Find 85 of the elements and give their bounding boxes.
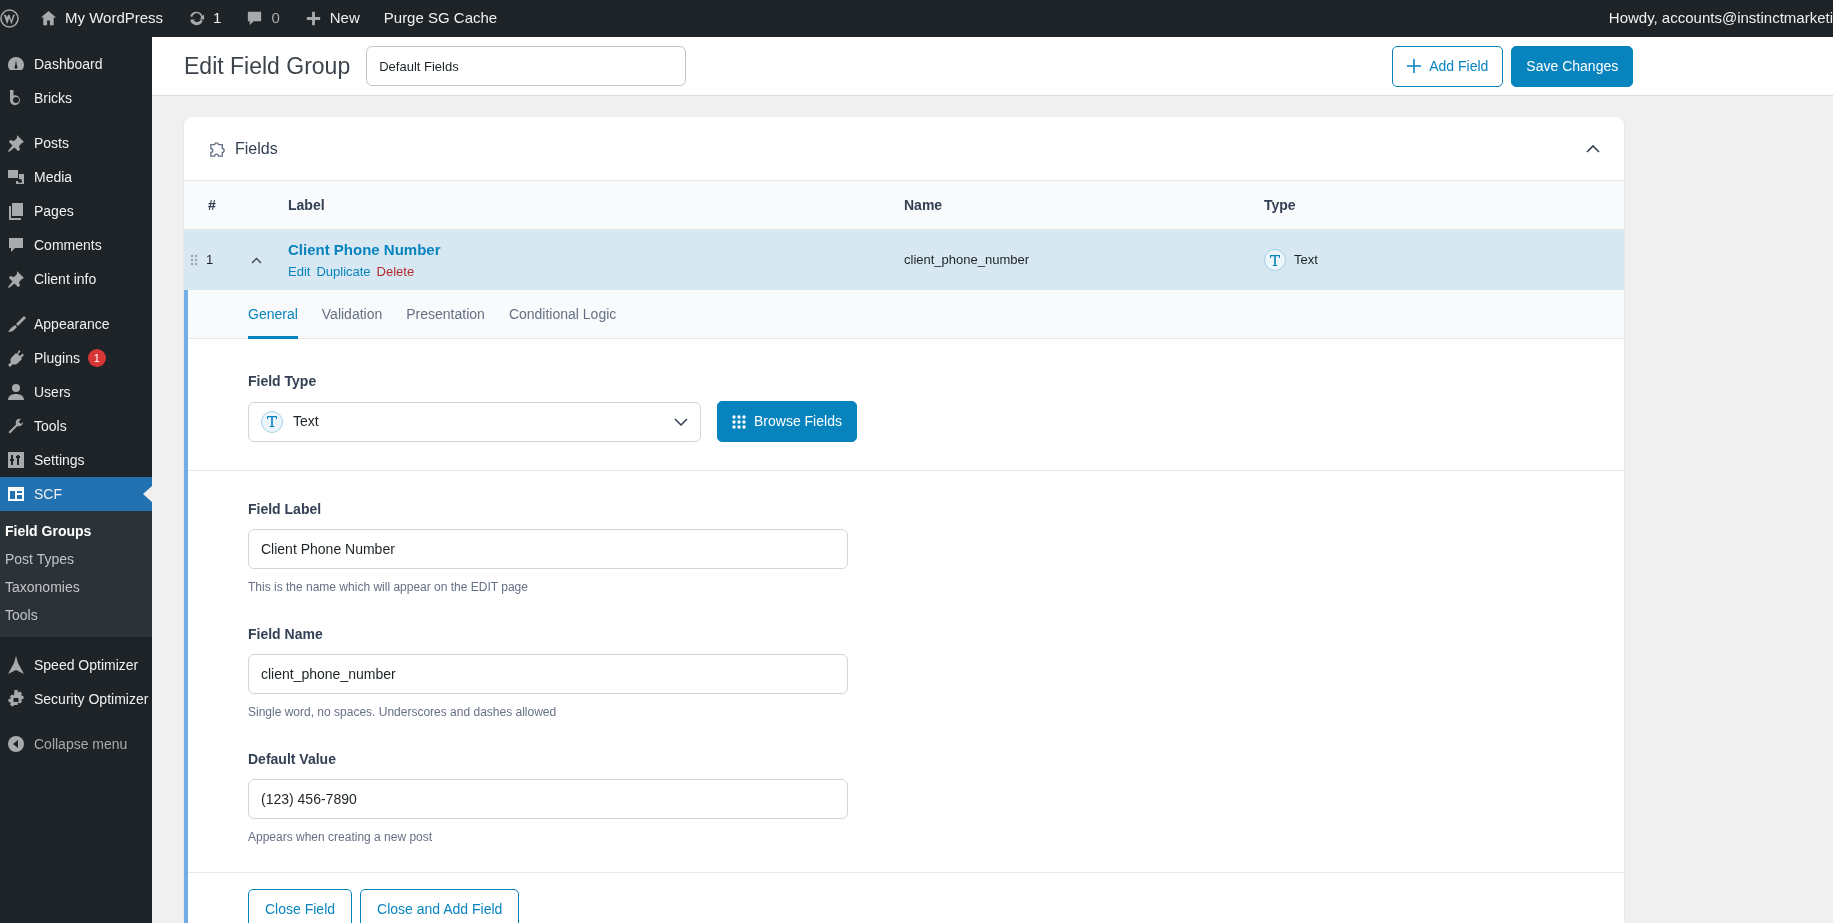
dropdown-caret-icon — [674, 417, 688, 426]
plug-icon — [6, 348, 26, 368]
setting-label: Field Type — [248, 372, 318, 391]
settings-tab[interactable]: Validation — [321, 290, 383, 339]
setting-label: Field Name — [248, 625, 324, 644]
plus-icon — [1407, 59, 1422, 73]
column-header: Type — [1264, 196, 1296, 213]
sidebar-item[interactable]: Appearance — [0, 307, 152, 341]
settings-tab[interactable]: Presentation — [406, 290, 485, 339]
refresh-icon — [187, 9, 207, 28]
sidebar-item[interactable]: Users — [0, 375, 152, 409]
admin-bar-item[interactable]: New — [291, 0, 372, 37]
sidebar-item[interactable]: Client info — [0, 262, 152, 296]
rocket-icon — [6, 655, 26, 675]
row-number: 1 — [206, 251, 214, 270]
setting-label: Field Label — [248, 500, 323, 519]
sidebar-item[interactable]: Comments — [0, 228, 152, 262]
paintbrush-icon — [6, 314, 26, 334]
grid-dots-icon — [732, 414, 746, 429]
help-text: This is the name which will appear on the EDIT page — [248, 579, 529, 596]
gear-lock-icon — [6, 689, 26, 709]
text-input-field[interactable]: (123) 456-7890 — [248, 779, 848, 819]
sidebar-item[interactable]: Media — [0, 160, 152, 194]
chevron-icon[interactable] — [251, 256, 263, 264]
text-input-field[interactable]: client_phone_number — [248, 654, 848, 694]
page-title: Edit Field Group — [184, 51, 351, 81]
admin-bar-item[interactable]: 1 — [175, 0, 234, 37]
sliders-icon — [6, 450, 26, 470]
letter-t-icon — [1270, 254, 1280, 266]
setting-label: Default Value — [248, 750, 337, 769]
submenu-item[interactable]: Field Groups — [0, 517, 152, 545]
field-type-select[interactable]: Text — [248, 401, 701, 442]
sidebar-item[interactable]: SCF — [0, 477, 152, 511]
submenu-item[interactable]: Taxonomies — [0, 573, 152, 601]
column-header: Label — [288, 196, 325, 213]
sidebar-item[interactable]: Speed Optimizer — [0, 648, 152, 682]
sidebar-item[interactable]: Security Optimizer — [0, 682, 152, 716]
admin-bar-item[interactable]: 0 — [233, 0, 292, 37]
help-text: Single word, no spaces. Underscores and dashes allowed — [248, 704, 558, 721]
help-text: Appears when creating a new post — [248, 829, 434, 846]
submenu-item[interactable]: Tools — [0, 601, 152, 629]
speech-bubble-icon — [6, 235, 26, 255]
field-row[interactable]: 1 Client Phone Number Edit Duplicate Delete client_phone_number Text — [184, 230, 1624, 290]
media-icon — [6, 167, 26, 187]
pushpin-icon — [6, 269, 26, 289]
text-input-field[interactable]: Client Phone Number — [248, 529, 848, 569]
sidebar-item[interactable]: Dashboard — [0, 47, 152, 81]
column-header: Name — [904, 196, 943, 213]
sidebar-item[interactable]: Tools — [0, 409, 152, 443]
add-field-button[interactable]: Add Field — [1392, 45, 1504, 87]
sidebar-item[interactable]: Pages — [0, 194, 152, 228]
field-name-text: client_phone_number — [904, 252, 1030, 268]
browse-fields-button[interactable]: Browse Fields — [717, 401, 857, 442]
admin-bar-item[interactable]: My WordPress — [27, 0, 176, 37]
title-input-field[interactable]: Default Fields — [366, 46, 687, 86]
wrench-icon — [6, 416, 26, 436]
drag-handle-icon — [190, 254, 198, 266]
column-header: # — [208, 195, 216, 215]
settings-tab[interactable]: Conditional Logic — [508, 290, 617, 339]
wordpress-logo-icon — [0, 9, 19, 28]
close-field-button[interactable]: Close Field — [248, 889, 353, 923]
sidebar-item[interactable]: Settings — [0, 443, 152, 477]
greeting-text[interactable]: Howdy, accounts@instinctmarketi — [1608, 7, 1833, 30]
count-badge: 1 — [87, 349, 106, 367]
pages-icon — [6, 201, 26, 221]
sidebar-item[interactable]: Posts — [0, 126, 152, 160]
admin-bar-item[interactable]: Purge SG Cache — [371, 0, 510, 37]
delete-link[interactable]: Delete — [376, 261, 415, 281]
pushpin-icon — [6, 133, 26, 153]
save-button[interactable]: Save Changes — [1511, 45, 1634, 87]
sidebar-item[interactable]: Bricks — [0, 81, 152, 115]
panel-title: Fields — [235, 138, 278, 159]
person-icon — [6, 382, 26, 402]
letter-t-icon — [267, 416, 277, 427]
sidebar-item[interactable]: Plugins 1 — [0, 341, 152, 375]
collapse-menu-button[interactable]: Collapse menu — [0, 727, 152, 761]
current-item-pointer — [143, 486, 152, 502]
house-icon — [39, 9, 58, 28]
field-type-text: Text — [1294, 251, 1318, 270]
settings-tab[interactable]: General — [248, 290, 298, 339]
close-and-add-button[interactable]: Close and Add Field — [360, 889, 520, 923]
table-icon — [6, 484, 26, 504]
collapse-toggle-icon[interactable] — [1586, 144, 1600, 153]
puzzle-icon — [208, 139, 227, 158]
submenu-item[interactable]: Post Types — [0, 545, 152, 573]
